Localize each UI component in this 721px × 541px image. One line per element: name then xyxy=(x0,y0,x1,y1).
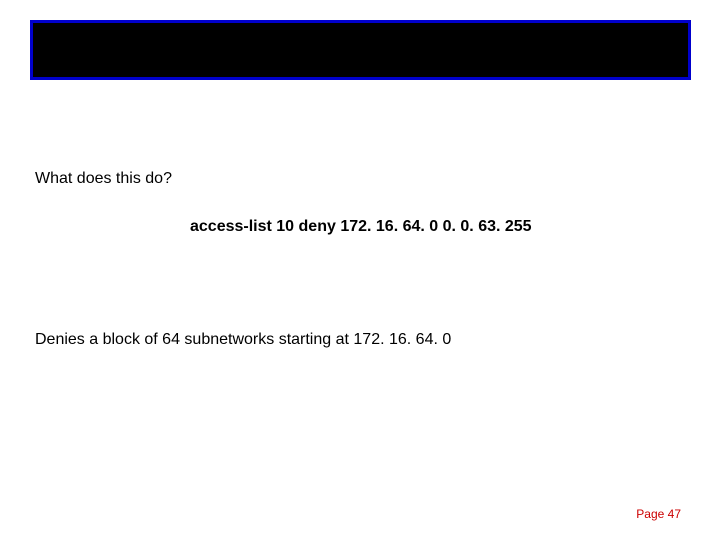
title-bar xyxy=(30,20,691,80)
answer-text: Denies a block of 64 subnetworks startin… xyxy=(35,331,686,349)
slide-content: What does this do? access-list 10 deny 1… xyxy=(0,120,721,349)
command-text: access-list 10 deny 172. 16. 64. 0 0. 0.… xyxy=(190,218,686,236)
question-text: What does this do? xyxy=(35,170,686,188)
page-number: Page 47 xyxy=(636,507,681,521)
